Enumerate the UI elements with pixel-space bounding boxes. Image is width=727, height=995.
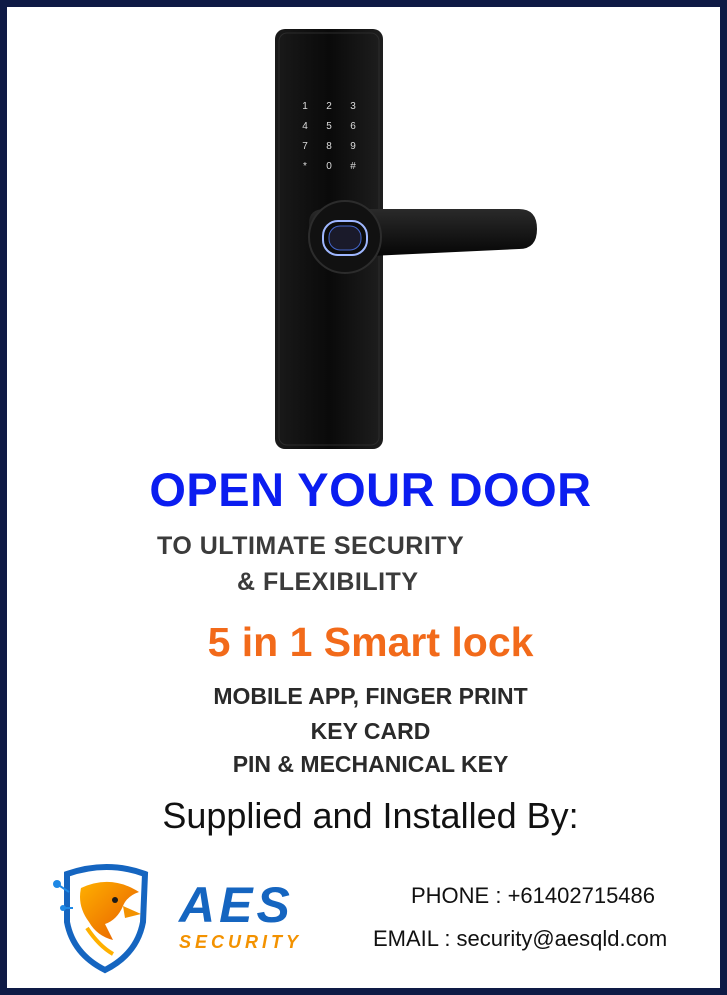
keypad-key: 8 xyxy=(326,141,332,152)
aes-security-logo: AES SECURITY xyxy=(47,862,347,974)
smart-lock-illustration: 1 2 3 4 5 6 7 8 9 * 0 # xyxy=(275,29,537,449)
smart-lock-image: 1 2 3 4 5 6 7 8 9 * 0 # xyxy=(269,23,549,455)
feature-line-3: PIN & MECHANICAL KEY xyxy=(232,751,509,777)
keypad-key: * xyxy=(303,161,307,172)
keypad-key: 1 xyxy=(302,101,308,112)
subheadline-line2: & FLEXIBILITY xyxy=(237,568,419,596)
poster-frame: 1 2 3 4 5 6 7 8 9 * 0 # OPEN YOUR DOOR TO ULTIMATE … xyxy=(0,0,727,995)
keypad-key: 0 xyxy=(326,161,332,172)
feature-line-1: MOBILE APP, FINGER PRINT xyxy=(213,683,528,709)
eagle-shield-icon: AES SECURITY xyxy=(53,864,302,974)
feature-line-2: KEY CARD xyxy=(310,718,431,744)
product-title: 5 in 1 Smart lock xyxy=(207,619,534,665)
subheadline-line1: TO ULTIMATE SECURITY xyxy=(157,532,465,560)
keypad-key: # xyxy=(350,161,356,172)
keypad-key: 6 xyxy=(350,121,356,132)
logo-brand: AES xyxy=(177,877,294,933)
logo-tagline: SECURITY xyxy=(179,932,302,952)
supplied-by-text: Supplied and Installed By: xyxy=(162,795,579,836)
headline: OPEN YOUR DOOR xyxy=(149,463,592,516)
phone-contact: PHONE : +61402715486 xyxy=(411,883,656,908)
email-contact: EMAIL : security@aesqld.com xyxy=(373,926,668,951)
keypad-key: 3 xyxy=(350,101,356,112)
keypad-key: 7 xyxy=(302,141,308,152)
keypad-key: 2 xyxy=(326,101,332,112)
keypad-key: 4 xyxy=(302,121,308,132)
keypad-key: 5 xyxy=(326,121,332,132)
keypad-key: 9 xyxy=(350,141,356,152)
